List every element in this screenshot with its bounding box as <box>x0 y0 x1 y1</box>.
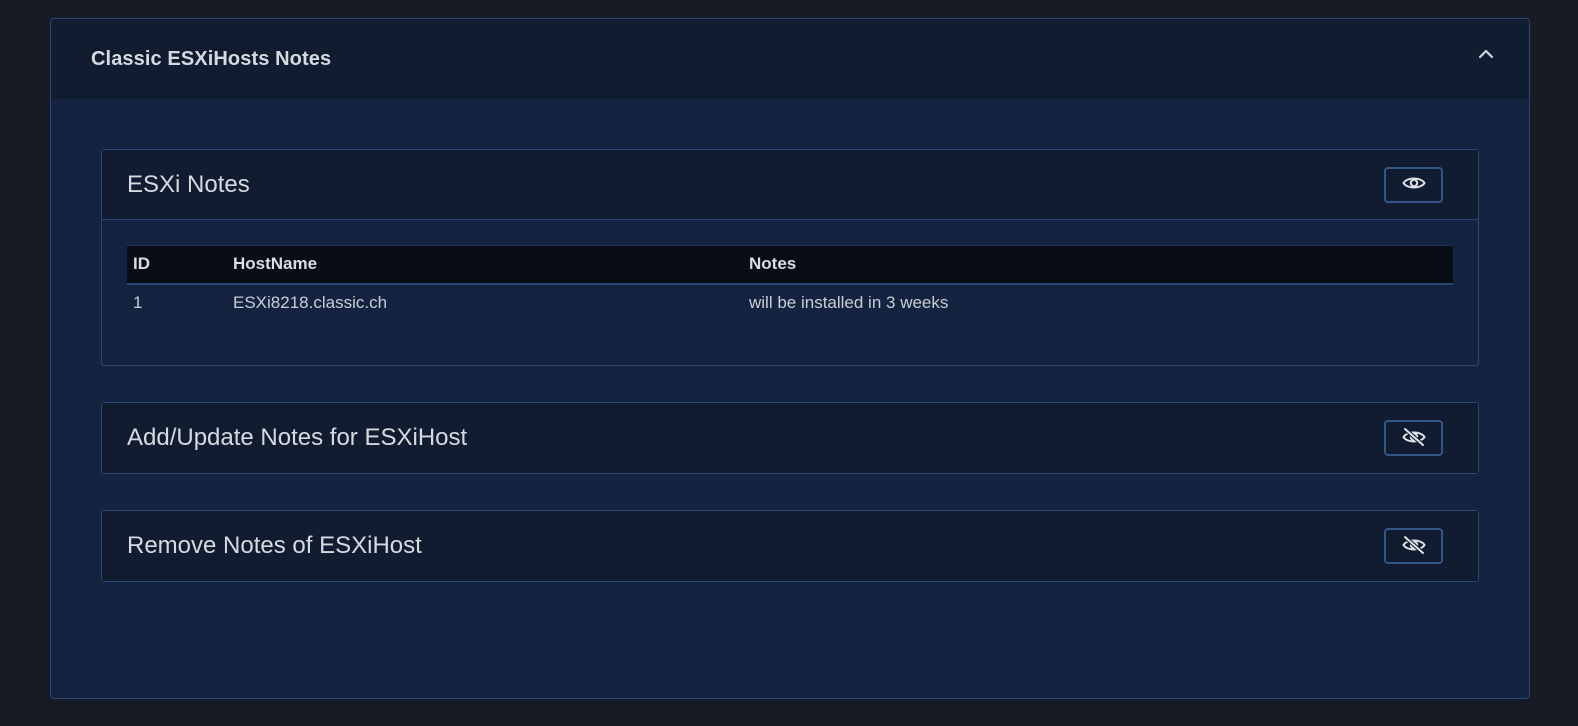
add-update-notes-title: Add/Update Notes for ESXiHost <box>127 424 468 451</box>
eye-slash-icon <box>1401 535 1426 558</box>
toggle-esxi-notes-button[interactable] <box>1384 166 1443 203</box>
esxi-notes-table: ID HostName Notes 1 ESXi8218.classic.ch … <box>127 245 1453 321</box>
esxi-notes-card: ESXi Notes ID HostName Notes 1 ESXi8218.… <box>101 149 1479 366</box>
table-header-row: ID HostName Notes <box>127 245 1453 285</box>
eye-icon <box>1401 175 1426 194</box>
classic-esxihosts-notes-panel: Classic ESXiHosts Notes ESXi Notes ID Ho… <box>50 18 1530 699</box>
column-header-id[interactable]: ID <box>127 245 227 285</box>
esxi-notes-title: ESXi Notes <box>127 170 250 198</box>
chevron-up-icon[interactable] <box>1471 39 1501 69</box>
esxi-notes-card-body: ID HostName Notes 1 ESXi8218.classic.ch … <box>102 220 1478 365</box>
cell-hostname: ESXi8218.classic.ch <box>233 292 388 312</box>
panel-header[interactable]: Classic ESXiHosts Notes <box>51 19 1529 99</box>
add-update-notes-card-header: Add/Update Notes for ESXiHost <box>102 403 1478 473</box>
add-update-notes-card: Add/Update Notes for ESXiHost <box>101 402 1479 474</box>
eye-slash-icon <box>1401 427 1426 450</box>
remove-notes-card: Remove Notes of ESXiHost <box>101 510 1479 582</box>
panel-body: ESXi Notes ID HostName Notes 1 ESXi8218.… <box>51 99 1529 582</box>
esxi-notes-card-header: ESXi Notes <box>102 150 1478 220</box>
cell-id: 1 <box>133 292 143 312</box>
table-row[interactable]: 1 ESXi8218.classic.ch will be installed … <box>127 284 1453 321</box>
panel-title: Classic ESXiHosts Notes <box>91 47 332 70</box>
column-header-hostname[interactable]: HostName <box>227 245 743 285</box>
remove-notes-title: Remove Notes of ESXiHost <box>127 532 422 559</box>
column-header-notes[interactable]: Notes <box>743 245 1453 285</box>
cell-notes: will be installed in 3 weeks <box>749 292 949 312</box>
remove-notes-card-header: Remove Notes of ESXiHost <box>102 511 1478 581</box>
toggle-remove-notes-button[interactable] <box>1384 528 1443 564</box>
toggle-add-update-notes-button[interactable] <box>1384 420 1443 456</box>
